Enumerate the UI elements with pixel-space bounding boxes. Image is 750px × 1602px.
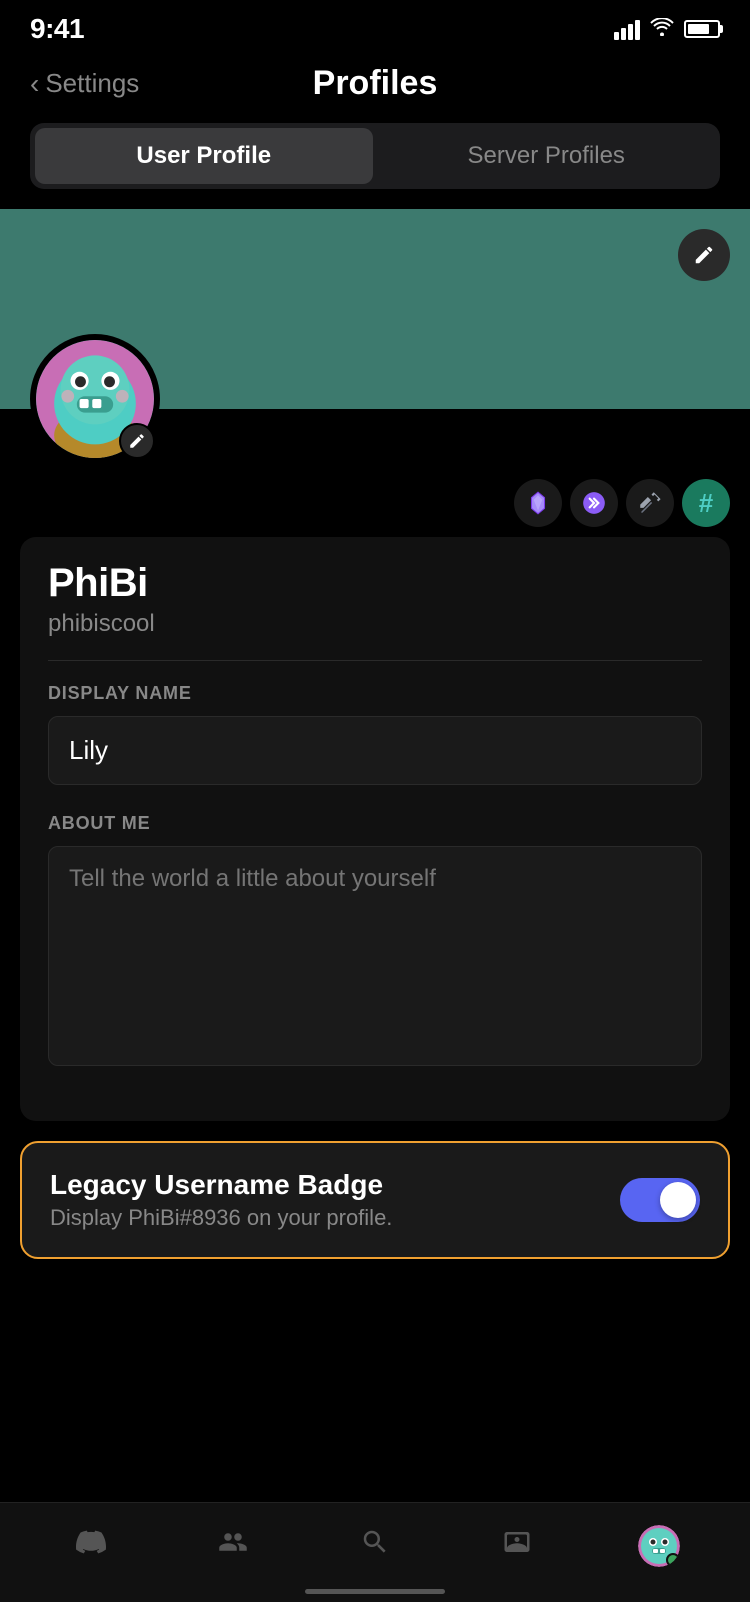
online-indicator [666, 1553, 680, 1567]
about-me-label: ABOUT ME [48, 813, 702, 834]
legacy-badge-toggle[interactable] [620, 1178, 700, 1222]
badge-hammer [626, 479, 674, 527]
display-name-input[interactable] [48, 716, 702, 785]
nav-search[interactable] [304, 1527, 446, 1565]
mentions-icon [502, 1527, 532, 1565]
about-me-textarea[interactable] [48, 846, 702, 1066]
friends-icon [218, 1527, 248, 1565]
nav-profile[interactable] [588, 1525, 730, 1567]
tab-user-profile[interactable]: User Profile [35, 128, 373, 184]
nav-home[interactable] [20, 1527, 162, 1565]
edit-banner-button[interactable] [678, 229, 730, 281]
profile-card: PhiBi phibiscool DISPLAY NAME ABOUT ME [20, 537, 730, 1121]
tab-bar: User Profile Server Profiles [30, 123, 720, 189]
nav-header: ‹ Settings Profiles [0, 54, 750, 123]
signal-icon [614, 18, 640, 40]
badge-hash: # [682, 479, 730, 527]
nav-friends[interactable] [162, 1527, 304, 1565]
status-bar: 9:41 [0, 0, 750, 54]
profile-username: phibiscool [48, 610, 702, 638]
profile-avatar-nav [638, 1525, 680, 1567]
legacy-badge-title: Legacy Username Badge [50, 1169, 392, 1201]
profile-avatar-wrapper [30, 334, 160, 464]
legacy-badge-section: Legacy Username Badge Display PhiBi#8936… [20, 1141, 730, 1259]
edit-avatar-button[interactable] [119, 423, 155, 459]
home-indicator [305, 1589, 445, 1594]
badge-boost [570, 479, 618, 527]
badge-crystal [514, 479, 562, 527]
legacy-badge-text: Legacy Username Badge Display PhiBi#8936… [50, 1169, 392, 1231]
profile-banner [0, 209, 750, 409]
nav-mentions[interactable] [446, 1527, 588, 1565]
back-button[interactable]: ‹ Settings [30, 68, 139, 99]
wifi-icon [650, 16, 674, 42]
profile-divider [48, 660, 702, 661]
page-title: Profiles [313, 64, 438, 103]
legacy-badge-subtitle: Display PhiBi#8936 on your profile. [50, 1205, 392, 1231]
tab-server-profiles[interactable]: Server Profiles [378, 128, 716, 184]
search-icon [360, 1527, 390, 1565]
bottom-nav [0, 1502, 750, 1602]
status-time: 9:41 [30, 13, 84, 45]
display-name-label: DISPLAY NAME [48, 683, 702, 704]
home-icon [76, 1527, 106, 1565]
back-label: Settings [45, 68, 139, 99]
toggle-thumb [660, 1182, 696, 1218]
toggle-track [620, 1178, 700, 1222]
back-chevron-icon: ‹ [30, 70, 39, 98]
profile-display-name: PhiBi [48, 561, 702, 606]
status-icons [614, 16, 720, 42]
badges-row: # [0, 469, 750, 537]
battery-icon [684, 20, 720, 38]
